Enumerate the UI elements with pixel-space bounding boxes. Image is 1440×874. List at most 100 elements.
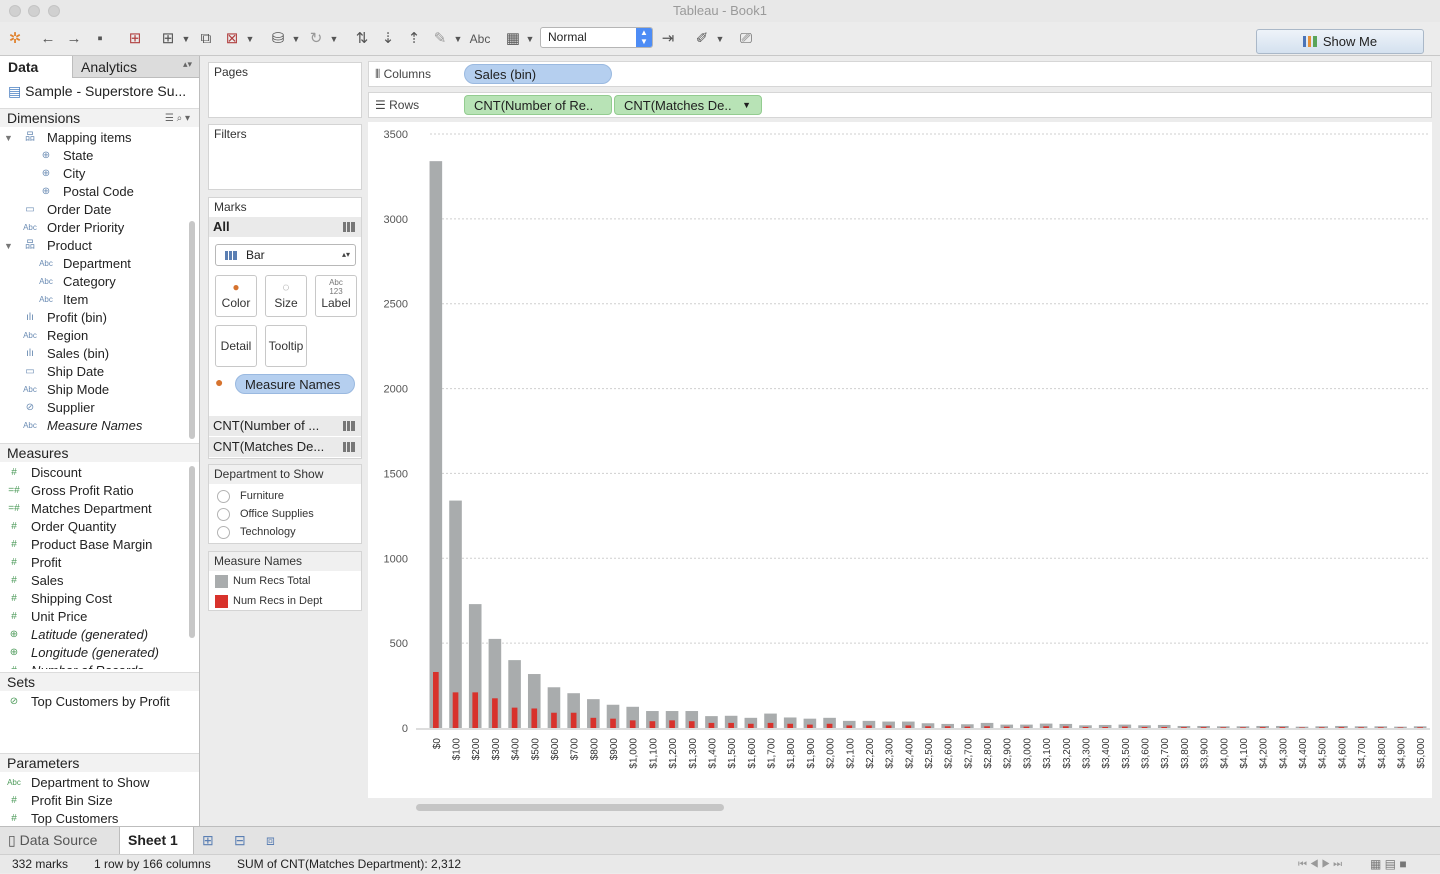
field-top-customers[interactable]: # Top Customers (0, 810, 185, 826)
new-worksheet-tab-icon[interactable]: ⊞ (202, 827, 214, 855)
save-icon[interactable]: ▪ (90, 29, 110, 49)
field-department-to-show[interactable]: Abc Department to Show (0, 774, 185, 792)
legend-swatch (215, 595, 228, 608)
detail-button[interactable]: Detail (215, 325, 257, 367)
measure-names-color-pill[interactable]: Measure Names (235, 374, 355, 394)
x-tick-label: $1,800 (786, 738, 797, 769)
pause-dropdown-icon[interactable]: ▼ (286, 29, 306, 49)
redo-icon[interactable]: → (64, 29, 84, 49)
sort-ascending-icon[interactable]: ⇣ (378, 29, 398, 49)
field-shipping-cost[interactable]: # Shipping Cost (0, 590, 185, 608)
highlight-icon[interactable]: ✎ (430, 29, 450, 49)
field-number-of-records[interactable]: # Number of Records (0, 662, 185, 669)
marks-row-cnt-matches[interactable]: CNT(Matches De... (209, 437, 361, 457)
fit-select[interactable]: Normal ▲ ▼ (540, 27, 653, 48)
highlight-dropdown-icon[interactable]: ▼ (448, 29, 468, 49)
fit-dropdown-icon[interactable]: ▼ (520, 29, 540, 49)
field-product-base-margin[interactable]: # Product Base Margin (0, 536, 185, 554)
rows-shelf-label: ☰ Rows (375, 93, 419, 118)
show-labels-icon[interactable]: Abc (466, 29, 494, 49)
pause-updates-icon[interactable]: ⛁ (268, 29, 288, 49)
zoom-window-button[interactable] (48, 5, 60, 17)
data-source-tab-label: Data Source (19, 832, 98, 848)
legend-title: Measure Names (209, 552, 361, 571)
measures-scrollbar[interactable] (189, 466, 195, 638)
cnt-matches-pill-label: CNT(Matches De.. (624, 98, 732, 113)
color-button[interactable]: ● Color (215, 275, 257, 317)
marks-row-cnt-records[interactable]: CNT(Number of ... (209, 416, 361, 436)
undo-icon[interactable]: ← (38, 29, 58, 49)
field-matches-department[interactable]: =# Matches Department (0, 500, 185, 518)
sales-bin-pill[interactable]: Sales (bin) (464, 64, 612, 84)
annotate-dropdown-icon[interactable]: ▼ (710, 29, 730, 49)
cnt-records-pill[interactable]: CNT(Number of Re.. (464, 95, 612, 115)
add-datasource-icon[interactable]: ⊞ (125, 29, 145, 49)
field-label: Profit (31, 555, 62, 570)
new-dashboard-tab-icon[interactable]: ⊟ (234, 827, 246, 855)
field-unit-price[interactable]: # Unit Price (0, 608, 185, 626)
sheet-nav-icons[interactable]: ⏮ ◀ ▶ ⏭ (1298, 855, 1342, 874)
fix-axes-icon[interactable]: ⇥ (658, 29, 678, 49)
data-source-tab-icon: ▯ (8, 832, 16, 848)
field-latitude-generated[interactable]: ⊕ Latitude (generated) (0, 626, 185, 644)
field-label: Profit Bin Size (31, 793, 113, 808)
cnt-matches-pill[interactable]: CNT(Matches De.. ▼ (614, 95, 762, 115)
sort-descending-icon[interactable]: ⇡ (404, 29, 424, 49)
refresh-icon[interactable]: ↻ (306, 29, 326, 49)
mark-type-select[interactable]: Bar ▴▾ (215, 244, 356, 266)
field-longitude-generated[interactable]: ⊕ Longitude (generated) (0, 644, 185, 662)
new-story-tab-icon[interactable]: ⧈ (266, 827, 275, 855)
show-me-button[interactable]: Show Me (1256, 29, 1424, 54)
pages-card[interactable]: Pages (208, 62, 362, 118)
tableau-logo-icon[interactable]: ✲ (5, 29, 25, 49)
field-sales[interactable]: # Sales (0, 572, 185, 590)
filters-card[interactable]: Filters (208, 124, 362, 190)
tab-data-source[interactable]: ▯ Data Source (0, 827, 118, 855)
label-button-label: Label (321, 296, 351, 310)
y-tick-label: 0 (402, 723, 408, 735)
field-discount[interactable]: # Discount (0, 464, 185, 482)
tooltip-button[interactable]: Tooltip (265, 325, 307, 367)
refresh-dropdown-icon[interactable]: ▼ (324, 29, 344, 49)
clear-dropdown-icon[interactable]: ▼ (240, 29, 260, 49)
color-legend-card: Measure Names Num Recs Total Num Recs in … (208, 551, 362, 611)
x-tick-label: $2,500 (924, 738, 935, 769)
pill-dropdown-icon[interactable]: ▼ (742, 96, 751, 114)
field-profit-bin-size[interactable]: # Profit Bin Size (0, 792, 185, 810)
label-button[interactable]: Abc 123 Label (315, 275, 357, 317)
duplicate-sheet-icon[interactable]: ⧉ (196, 29, 216, 49)
number-icon: # (11, 575, 17, 586)
x-tick-label: $4,600 (1337, 738, 1348, 769)
size-button[interactable]: ◌ Size (265, 275, 307, 317)
annotate-icon[interactable]: ✐ (692, 29, 712, 49)
columns-shelf[interactable]: ⦀ Columns Sales (bin) (368, 61, 1432, 87)
clear-sheet-icon[interactable]: ⊠ (222, 29, 242, 49)
bar-num-recs-in-dept (610, 718, 616, 728)
calc-number-icon: =# (8, 503, 20, 514)
new-worksheet-dropdown-icon[interactable]: ▼ (176, 29, 196, 49)
field-gross-profit-ratio[interactable]: =# Gross Profit Ratio (0, 482, 185, 500)
field-top-customers-by-profit[interactable]: ⊘ Top Customers by Profit (0, 693, 185, 711)
presentation-icon[interactable]: ⎚ (736, 29, 756, 49)
tab-sheet-1[interactable]: Sheet 1 (119, 827, 194, 855)
field-profit[interactable]: # Profit (0, 554, 185, 572)
bar-chart-icon (1302, 36, 1317, 47)
marks-row-cnt-records-label: CNT(Number of ... (213, 418, 320, 433)
view-horizontal-scrollbar[interactable] (416, 804, 724, 811)
field-order-quantity[interactable]: # Order Quantity (0, 518, 185, 536)
marks-all-row[interactable]: All (209, 217, 361, 237)
rows-shelf[interactable]: ☰ Rows CNT(Number of Re.. CNT(Matches De… (368, 92, 1432, 118)
measure-names-pill-label: Measure Names (245, 377, 341, 392)
chart-view[interactable]: 0 500 1000 1500 2000 2500 3000 3500 $0 $100 $200 $3… (368, 122, 1432, 798)
sheet-view-mode-icons[interactable]: ▦ ▤ ■ (1370, 855, 1407, 874)
swap-icon[interactable]: ⇅ (352, 29, 372, 49)
bar-num-recs-in-dept (1023, 726, 1030, 728)
bar-num-recs-in-dept (629, 720, 636, 728)
x-tick-label: $3,200 (1062, 738, 1073, 769)
status-marks: 332 marks (12, 857, 69, 871)
new-worksheet-icon[interactable]: ⊞ (158, 29, 178, 49)
close-window-button[interactable] (9, 5, 21, 17)
bar-num-recs-in-dept (984, 726, 990, 728)
minimize-window-button[interactable] (28, 5, 40, 17)
bar-num-recs-in-dept (1279, 727, 1286, 728)
